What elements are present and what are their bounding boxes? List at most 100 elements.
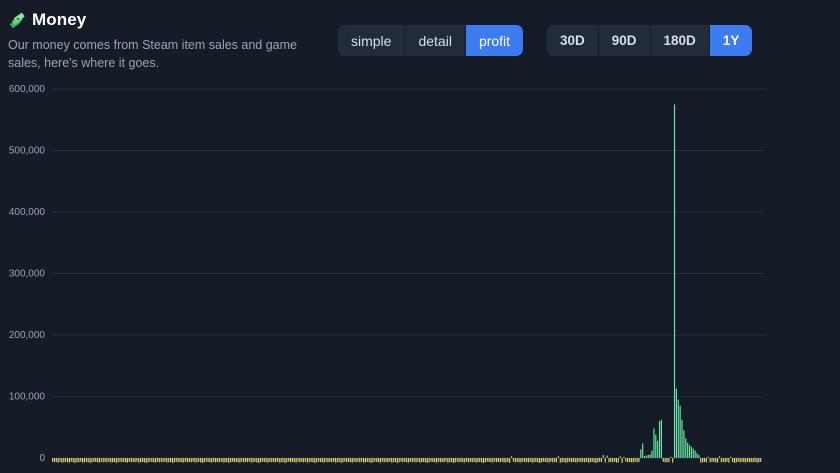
chart-bar[interactable] — [475, 458, 477, 463]
chart-bar[interactable] — [98, 458, 100, 463]
chart-bar[interactable] — [602, 454, 604, 458]
chart-bar[interactable] — [286, 458, 288, 463]
chart-bar[interactable] — [417, 458, 419, 462]
chart-bar[interactable] — [497, 458, 500, 462]
chart-bar[interactable] — [479, 458, 481, 462]
chart-bar[interactable] — [130, 458, 132, 463]
chart-bar[interactable] — [192, 458, 194, 462]
chart-bar[interactable] — [584, 458, 586, 463]
chart-bar[interactable] — [198, 458, 200, 462]
chart-bar[interactable] — [531, 458, 533, 463]
chart-bar[interactable] — [310, 458, 312, 462]
chart-bar[interactable] — [359, 458, 361, 463]
chart-bar[interactable] — [201, 458, 204, 463]
chart-bar[interactable] — [703, 458, 706, 462]
chart-bar[interactable] — [289, 458, 292, 463]
chart-bar[interactable] — [715, 458, 717, 463]
chart-bar[interactable] — [149, 458, 151, 462]
chart-bar[interactable] — [353, 458, 355, 462]
chart-bar[interactable] — [394, 458, 396, 462]
chart-bar[interactable] — [218, 458, 220, 463]
chart-bar[interactable] — [344, 458, 346, 462]
chart-bar[interactable] — [231, 458, 233, 462]
chart-bar[interactable] — [612, 458, 614, 463]
chart-bar[interactable] — [713, 458, 715, 462]
chart-bar[interactable] — [121, 458, 123, 463]
chart-bar[interactable] — [65, 458, 67, 462]
chart-bar[interactable] — [387, 458, 389, 463]
chart-bar[interactable] — [672, 458, 674, 463]
chart-bar[interactable] — [514, 458, 516, 463]
chart-bar[interactable] — [750, 458, 752, 462]
chart-bar[interactable] — [147, 458, 149, 463]
chart-bar[interactable] — [80, 458, 82, 462]
chart-bar[interactable] — [409, 458, 411, 462]
chart-bar[interactable] — [413, 458, 415, 462]
chart-bar[interactable] — [366, 458, 368, 462]
chart-bar[interactable] — [636, 458, 638, 463]
chart-bar[interactable] — [529, 458, 531, 462]
chart-bar[interactable] — [233, 458, 235, 463]
chart-bar[interactable] — [544, 458, 546, 462]
chart-bar[interactable] — [694, 450, 696, 458]
chart-bar[interactable] — [141, 458, 144, 462]
chart-bar[interactable] — [273, 458, 275, 462]
chart-bar[interactable] — [170, 458, 172, 462]
chart-bar[interactable] — [407, 458, 410, 463]
chart-bar[interactable] — [186, 458, 189, 463]
chart-bar[interactable] — [100, 458, 102, 462]
chart-bar[interactable] — [216, 458, 219, 462]
chart-bar[interactable] — [376, 458, 378, 462]
chart-bar[interactable] — [85, 458, 87, 462]
chart-bar[interactable] — [422, 458, 425, 462]
chart-bar[interactable] — [76, 458, 78, 462]
chart-bar[interactable] — [95, 458, 97, 462]
chart-bar[interactable] — [370, 458, 372, 463]
chart-bar[interactable] — [63, 458, 65, 463]
chart-bar[interactable] — [608, 458, 610, 463]
chart-bar[interactable] — [722, 458, 724, 462]
chart-bar[interactable] — [190, 458, 192, 463]
chart-bar[interactable] — [263, 458, 265, 462]
chart-bar[interactable] — [499, 458, 501, 463]
chart-bar[interactable] — [717, 458, 719, 463]
chart-bar[interactable] — [683, 430, 685, 458]
chart-bar[interactable] — [246, 458, 248, 463]
chart-bar[interactable] — [692, 448, 694, 458]
chart-bar[interactable] — [733, 458, 736, 463]
chart-bar[interactable] — [59, 458, 61, 462]
chart-bar[interactable] — [55, 458, 57, 462]
chart-bar[interactable] — [336, 458, 338, 463]
chart-bar[interactable] — [711, 458, 713, 462]
chart-bar[interactable] — [754, 458, 756, 462]
chart-bar[interactable] — [591, 458, 593, 462]
chart-bar[interactable] — [696, 453, 698, 458]
chart-bar[interactable] — [728, 458, 730, 463]
chart-bar[interactable] — [406, 458, 408, 463]
chart-bar[interactable] — [430, 458, 432, 462]
chart-bar[interactable] — [392, 458, 395, 463]
chart-bar[interactable] — [224, 458, 226, 463]
chart-bar[interactable] — [561, 458, 563, 463]
chart-bar[interactable] — [329, 458, 331, 462]
chart-bar[interactable] — [402, 458, 404, 463]
chart-bar[interactable] — [325, 458, 327, 462]
chart-bar[interactable] — [171, 458, 174, 463]
chart-bar[interactable] — [207, 458, 209, 462]
chart-bar[interactable] — [312, 458, 314, 463]
chart-bar[interactable] — [226, 458, 228, 462]
chart-bar[interactable] — [464, 458, 466, 463]
chart-bar[interactable] — [250, 458, 252, 463]
chart-bar[interactable] — [537, 458, 539, 463]
chart-bar[interactable] — [484, 458, 486, 463]
chart-bar[interactable] — [274, 458, 277, 463]
chart-bar[interactable] — [383, 458, 385, 463]
chart-bar[interactable] — [398, 458, 400, 463]
chart-bar[interactable] — [421, 458, 423, 463]
chart-bar[interactable] — [718, 456, 721, 458]
chart-bar[interactable] — [351, 458, 353, 463]
chart-bar[interactable] — [724, 458, 726, 463]
chart-bar[interactable] — [522, 458, 524, 462]
chart-bar[interactable] — [452, 458, 455, 463]
chart-bar[interactable] — [57, 458, 59, 463]
